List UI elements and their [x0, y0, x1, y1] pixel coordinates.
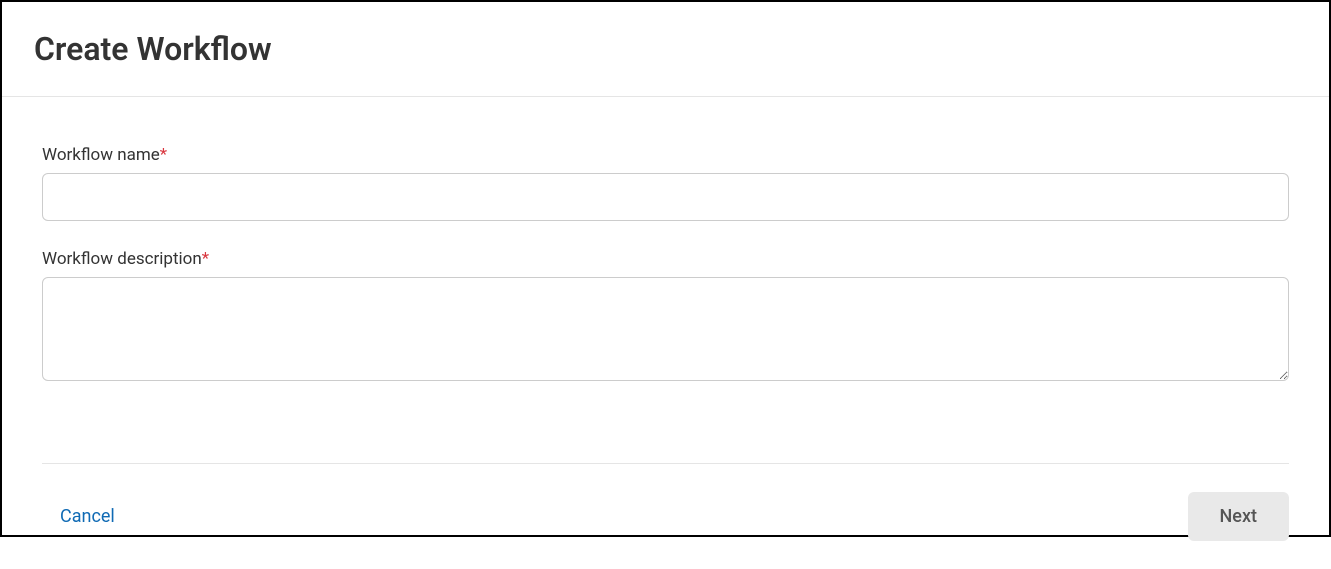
workflow-name-group: Workflow name*	[42, 145, 1289, 221]
workflow-name-label-text: Workflow name	[42, 145, 160, 165]
cancel-button[interactable]: Cancel	[60, 506, 115, 527]
workflow-description-input[interactable]	[42, 277, 1289, 381]
dialog-title: Create Workflow	[34, 30, 1297, 68]
form-area: Workflow name* Workflow description*	[2, 97, 1329, 443]
workflow-name-input[interactable]	[42, 173, 1289, 221]
required-marker: *	[202, 249, 209, 269]
dialog-header: Create Workflow	[2, 2, 1329, 97]
required-marker: *	[160, 145, 167, 165]
next-button[interactable]: Next	[1188, 492, 1289, 541]
workflow-description-label: Workflow description*	[42, 249, 1289, 269]
workflow-name-label: Workflow name*	[42, 145, 1289, 165]
workflow-description-group: Workflow description*	[42, 249, 1289, 385]
workflow-description-label-text: Workflow description	[42, 249, 202, 269]
dialog-footer: Cancel Next	[2, 464, 1329, 569]
